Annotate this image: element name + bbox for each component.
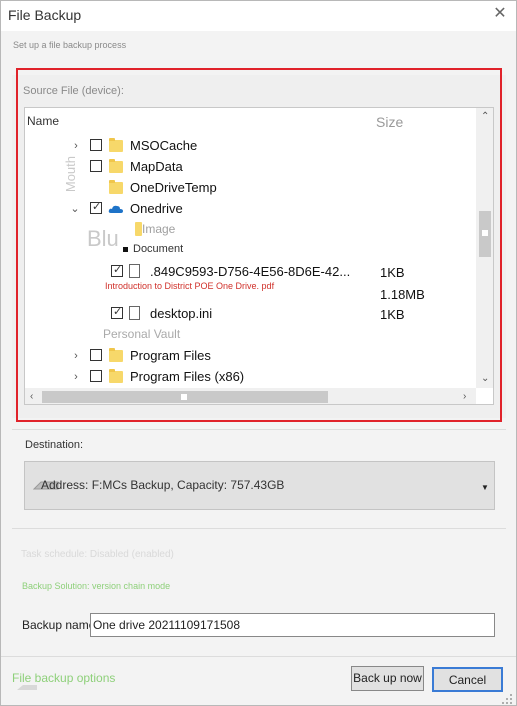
column-header-name[interactable]: Name (27, 114, 59, 128)
file-size: 1KB (380, 265, 405, 280)
tree-item-label: desktop.ini (150, 306, 213, 321)
tree-row-file[interactable]: .849C9593-D756-4E56-8D6E-42... 1KB (25, 262, 475, 282)
chevron-right-icon[interactable]: › (71, 140, 81, 152)
tree-row-program-files[interactable]: › Program Files (25, 346, 475, 366)
folder-icon (109, 180, 123, 194)
tree-row-file[interactable]: desktop.ini 1KB (25, 304, 475, 324)
column-header-size[interactable]: Size (376, 114, 403, 130)
tree-item-label: Introduction to District POE One Drive. … (105, 281, 275, 291)
scroll-up-icon[interactable]: ⌃ (481, 112, 489, 122)
tree-row-msocache[interactable]: › MSOCache (25, 136, 475, 156)
task-schedule-link[interactable]: Task schedule: Disabled (enabled) (21, 549, 174, 560)
tree-item-label: MapData (130, 159, 183, 174)
divider (12, 429, 506, 430)
dropdown-arrow-icon[interactable]: ▼ (481, 483, 489, 492)
vertical-scrollbar[interactable]: ⌃ ⌄ (476, 108, 493, 388)
chevron-down-icon[interactable]: ⌄ (70, 203, 80, 215)
tree-item-label: Personal Vault (103, 327, 181, 341)
tree-item-label: .849C9593-D756-4E56-8D6E-42... (150, 264, 351, 279)
source-tree[interactable]: Name Size Mouth Blu › MSOCache MapData O… (24, 107, 494, 405)
checkbox[interactable] (111, 263, 123, 277)
scroll-down-icon[interactable]: ⌄ (481, 374, 489, 384)
horizontal-scroll-thumb[interactable] (42, 391, 328, 403)
scroll-right-icon[interactable]: › (463, 392, 466, 402)
folder-icon (109, 159, 123, 173)
options-icon (17, 685, 37, 690)
checkbox[interactable] (90, 139, 102, 151)
checkbox[interactable] (90, 370, 102, 382)
checkbox[interactable] (111, 305, 123, 319)
folder-icon (109, 369, 123, 383)
tree-row-program-files-x86[interactable]: › Program Files (x86) (25, 367, 475, 387)
source-label: Source File (device): (23, 85, 124, 97)
file-size: 1KB (380, 307, 405, 322)
folder-icon (135, 222, 142, 236)
settings-file-icon (129, 306, 140, 320)
back-up-now-button[interactable]: Back up now (351, 666, 424, 691)
tree-row-mapdata[interactable]: MapData (25, 157, 475, 177)
tree-row-document[interactable]: Document (25, 242, 475, 262)
file-icon (129, 264, 140, 278)
tree-item-label: Document (133, 243, 184, 255)
resize-grip-icon[interactable] (501, 693, 513, 705)
window-title: File Backup (8, 7, 82, 23)
tree-row-image[interactable]: Image (25, 220, 475, 240)
backup-name-input[interactable] (90, 613, 495, 637)
file-size: 1.18MB (380, 287, 425, 302)
backup-solution-link[interactable]: Backup Solution: version chain mode (22, 581, 172, 591)
tree-item-label: OneDriveTemp (130, 180, 217, 195)
tree-row-onedrivetemp[interactable]: OneDriveTemp (25, 178, 475, 198)
title-bar: File Backup ✕ (1, 1, 516, 31)
checkbox[interactable] (90, 349, 102, 361)
divider (12, 528, 506, 529)
scroll-left-icon[interactable]: ‹ (30, 392, 33, 402)
footer-divider (1, 656, 516, 657)
folder-icon (109, 138, 123, 152)
close-icon[interactable]: ✕ (492, 6, 508, 22)
file-backup-window: File Backup ✕ Set up a file backup proce… (0, 0, 517, 706)
vertical-scroll-thumb[interactable] (479, 211, 491, 257)
tree-row-onedrive[interactable]: ⌄ Onedrive (25, 199, 475, 219)
chevron-right-icon[interactable]: › (71, 350, 81, 362)
cancel-button[interactable]: Cancel (432, 667, 503, 692)
tree-row-personal-vault[interactable]: Personal Vault (25, 325, 475, 345)
tree-item-label: MSOCache (130, 138, 198, 153)
tree-item-label: Program Files (x86) (130, 369, 245, 384)
document-icon (123, 247, 128, 252)
destination-value: Address: F:MCs Backup, Capacity: 757.43G… (41, 478, 285, 492)
horizontal-scrollbar[interactable]: ‹ › (25, 388, 476, 404)
folder-icon (109, 348, 123, 362)
subtitle: Set up a file backup process (13, 40, 127, 50)
tree-item-label: Image (142, 222, 176, 236)
cloud-icon (108, 205, 123, 213)
checkbox[interactable] (90, 200, 102, 214)
chevron-right-icon[interactable]: › (71, 371, 81, 383)
tree-item-label: Program Files (130, 348, 211, 363)
backup-name-label: Backup name: (22, 618, 99, 632)
destination-label: Destination: (25, 439, 84, 451)
tree-item-label: Onedrive (130, 201, 183, 216)
tree-row-file[interactable]: Introduction to District POE One Drive. … (25, 282, 475, 304)
checkbox[interactable] (90, 160, 102, 172)
